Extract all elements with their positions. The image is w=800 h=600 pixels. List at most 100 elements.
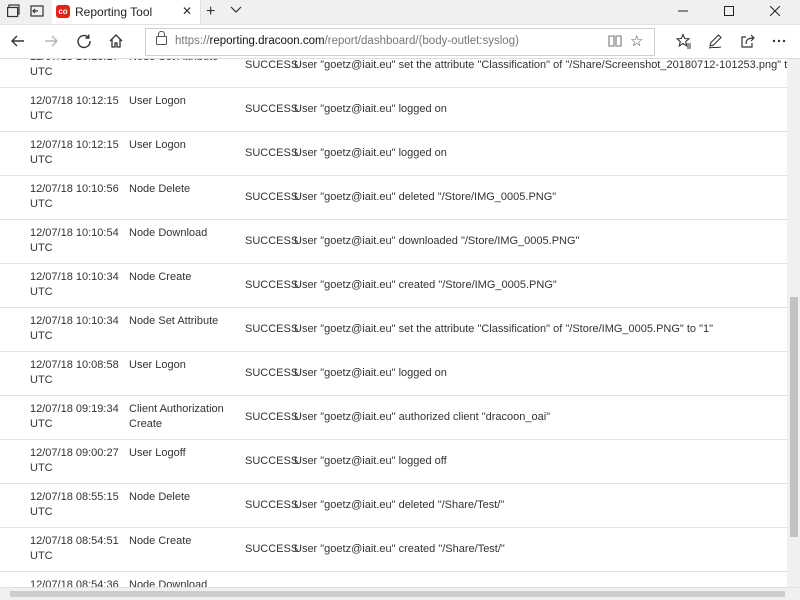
lock-icon[interactable]: [156, 31, 167, 45]
date-text: 12/07/18 09:00:27: [30, 447, 119, 459]
forward-arrow-icon[interactable]: [43, 33, 59, 49]
date-tz: UTC: [30, 506, 53, 518]
cell-date: 12/07/18 10:12:15 UTC: [30, 94, 122, 124]
date-tz: UTC: [30, 154, 53, 166]
back-arrow-icon[interactable]: [10, 33, 26, 49]
event-text: Client Authorization: [129, 403, 224, 415]
date-text: 12/07/18 10:12:15: [30, 95, 119, 107]
home-icon[interactable]: [108, 33, 124, 49]
cell-message: User "goetz@iait.eu" deleted "/Store/IMG…: [294, 190, 784, 205]
cell-message: User "goetz@iait.eu" downloaded "/Store/…: [294, 234, 784, 249]
message-text: User "goetz@iait.eu" logged off: [294, 455, 447, 467]
favorites-hub-icon[interactable]: [675, 33, 692, 49]
cell-date: 12/07/18 08:54:51 UTC: [30, 534, 122, 564]
cell-event: Node Set Attribute: [129, 314, 239, 329]
cell-status: SUCCESS: [245, 190, 298, 205]
cell-message: User "goetz@iait.eu" logged on: [294, 102, 784, 117]
refresh-icon[interactable]: [76, 33, 92, 49]
scrollbar-thumb[interactable]: [790, 297, 798, 537]
cell-event: User Logon: [129, 358, 239, 373]
date-tz: UTC: [30, 462, 53, 474]
status-text: SUCCESS: [245, 323, 299, 335]
close-tab-icon[interactable]: ✕: [182, 4, 192, 18]
cell-status: SUCCESS: [245, 102, 298, 117]
event-text: User Logon: [129, 359, 186, 371]
date-text: 12/07/18 08:54:51: [30, 535, 119, 547]
date-text: 12/07/18 10:10:34: [30, 271, 119, 283]
date-text: 12/07/18 10:10:34: [30, 315, 119, 327]
message-text: User "goetz@iait.eu" logged on: [294, 103, 447, 115]
event-text: Node Delete: [129, 183, 191, 195]
cell-event: User Logon: [129, 94, 239, 109]
event-text: Node Create: [129, 535, 192, 547]
dracoon-logo-icon: co: [56, 5, 70, 18]
star-icon[interactable]: ☆: [630, 32, 643, 50]
table-row: 12/07/18 08:54:36UTCNode DownloadSUCCESS…: [0, 572, 787, 587]
cell-event: User Logoff: [129, 446, 239, 461]
maximize-icon[interactable]: [706, 0, 752, 24]
table-row: 12/07/18 10:13:17UTC Node Set Attribute SU…: [0, 59, 787, 88]
share-icon[interactable]: [740, 33, 756, 49]
date-tz: UTC: [30, 110, 53, 122]
cell-event: Client Authorization Create: [129, 402, 239, 432]
title-bar: co Reporting Tool ✕ +: [0, 0, 800, 25]
reading-view-icon[interactable]: [608, 34, 622, 51]
chevron-down-icon[interactable]: [230, 3, 242, 18]
cell-date: 12/07/18 08:54:36UTC: [30, 578, 122, 587]
date-tz: UTC: [30, 66, 53, 78]
more-icon[interactable]: [771, 33, 787, 49]
cell-status: SUCCESS: [245, 234, 298, 249]
date-text: 12/07/18 10:10:56: [30, 183, 119, 195]
status-text: SUCCESS: [245, 103, 299, 115]
cell-status: SUCCESS: [245, 146, 298, 161]
url-path: /report/dashboard/(body-outlet:syslog): [324, 35, 519, 47]
syslog-table: 12/07/18 10:13:17UTC Node Set Attribute SU…: [0, 59, 787, 587]
new-tab-icon[interactable]: +: [206, 3, 215, 21]
tab-actions-icon[interactable]: [6, 4, 22, 20]
status-text: SUCCESS: [245, 191, 299, 203]
cell-message: User "goetz@iait.eu" logged on: [294, 146, 784, 161]
message-text: User "goetz@iait.eu" deleted "/Store/IMG…: [294, 191, 557, 203]
event-text: Node Create: [129, 271, 192, 283]
cell-message: User "goetz@iait.eu" created "/Store/IMG…: [294, 278, 784, 293]
message-text: User "goetz@iait.eu" logged on: [294, 147, 447, 159]
tab-title: Reporting Tool: [75, 5, 153, 19]
table-row: 12/07/18 10:12:15 UTC User Logon SUCCESS Use…: [0, 132, 787, 176]
status-text: SUCCESS: [245, 455, 299, 467]
tab-back-icon[interactable]: [29, 4, 45, 20]
cell-status: SUCCESS: [245, 322, 298, 337]
date-tz: UTC: [30, 286, 53, 298]
cell-message: User "goetz@iait.eu" authorized client "…: [294, 410, 784, 425]
table-row: 12/07/18 10:10:56 UTC Node Delete SUCCESS Us…: [0, 176, 787, 220]
cell-date: 12/07/18 10:10:34 UTC: [30, 314, 122, 344]
date-text: 12/07/18 10:08:58: [30, 359, 119, 371]
cell-date: 12/07/18 09:00:27 UTC: [30, 446, 122, 476]
cell-status: SUCCESS: [245, 59, 298, 73]
tab-reporting-tool[interactable]: co Reporting Tool ✕: [52, 0, 201, 24]
address-bar[interactable]: https://reporting.dracoon.com/report/das…: [145, 28, 655, 56]
cell-event: Node Delete: [129, 490, 239, 505]
cell-event: Node Download: [129, 578, 239, 587]
horizontal-scrollbar-thumb[interactable]: [10, 591, 785, 597]
url-host: reporting.dracoon.com: [209, 35, 325, 47]
date-tz: UTC: [30, 242, 53, 254]
navigation-bar: https://reporting.dracoon.com/report/das…: [0, 25, 800, 59]
event-text-cont: Create: [129, 418, 163, 430]
cell-event: Node Delete: [129, 182, 239, 197]
cell-date: 12/07/18 10:08:58 UTC: [30, 358, 122, 388]
minimize-icon[interactable]: [660, 0, 706, 24]
horizontal-scrollbar[interactable]: [0, 587, 800, 600]
message-text: User "goetz@iait.eu" created "/Share/Tes…: [294, 543, 505, 555]
vertical-scrollbar[interactable]: [787, 59, 800, 587]
cell-date: 12/07/18 10:13:17UTC: [30, 59, 122, 80]
message-text: User "goetz@iait.eu" downloaded "/Store/…: [294, 235, 580, 247]
table-row: 12/07/18 10:10:54 UTC Node Download SUCCESS…: [0, 220, 787, 264]
message-text: User "goetz@iait.eu" deleted "/Share/Tes…: [294, 499, 505, 511]
cell-message: User "goetz@iait.eu" set the attribute "…: [294, 59, 787, 73]
pen-icon[interactable]: [707, 33, 723, 49]
cell-status: SUCCESS: [245, 454, 298, 469]
table-row: 12/07/18 09:19:34 UTC Client Authorization…: [0, 396, 787, 440]
close-window-icon[interactable]: [752, 0, 798, 24]
cell-message: User "goetz@iait.eu" deleted "/Share/Tes…: [294, 498, 784, 513]
cell-event: Node Create: [129, 270, 239, 285]
